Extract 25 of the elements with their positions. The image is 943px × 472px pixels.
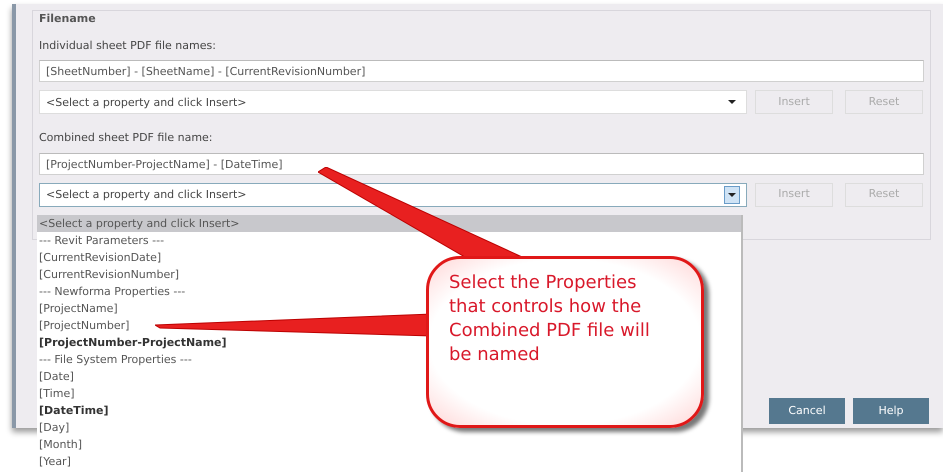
field-label: Combined sheet PDF file name:: [39, 130, 214, 146]
text-field[interactable]: [ProjectNumber-ProjectName] - [DateTime]: [39, 152, 924, 174]
dropdown-option[interactable]: <Select a property and click Insert>: [37, 215, 741, 232]
dropdown-option[interactable]: [ProjectNumber]: [37, 317, 130, 334]
dropdown-option[interactable]: [ProjectNumber-ProjectName]: [37, 334, 227, 351]
dialog-button[interactable]: Help: [853, 398, 929, 424]
dropdown-option[interactable]: [Day]: [37, 419, 70, 436]
dropdown-option[interactable]: [Date]: [37, 368, 74, 385]
dropdown-option[interactable]: [CurrentRevisionNumber]: [37, 266, 180, 283]
dropdown-option[interactable]: [ProjectName]: [37, 300, 118, 317]
callout-text: Select the Properties that controls how the Combined PDF file will be named: [426, 256, 704, 428]
dropdown-option[interactable]: [Time]: [37, 385, 75, 402]
property-select[interactable]: <Select a property and click Insert>: [39, 90, 747, 114]
property-select[interactable]: <Select a property and click Insert>: [39, 182, 747, 206]
field-label: Individual sheet PDF file names:: [39, 38, 217, 54]
dropdown-option[interactable]: [DateTime]: [37, 402, 109, 419]
dropdown-option[interactable]: --- Revit Parameters ---: [37, 232, 164, 249]
dropdown-option[interactable]: --- File System Properties ---: [37, 351, 192, 368]
dropdown-option[interactable]: [Year]: [37, 453, 71, 470]
dropdown-option[interactable]: --- Newforma Properties ---: [37, 283, 186, 300]
dropdown-option[interactable]: [CurrentRevisionDate]: [37, 249, 162, 266]
dropdown-caret-icon[interactable]: [724, 186, 740, 204]
text-field[interactable]: [SheetNumber] - [SheetName] - [CurrentRevisionNumber]: [39, 60, 924, 82]
dropdown-option[interactable]: [Month]: [37, 436, 82, 453]
dialog-button[interactable]: Cancel: [769, 398, 845, 424]
